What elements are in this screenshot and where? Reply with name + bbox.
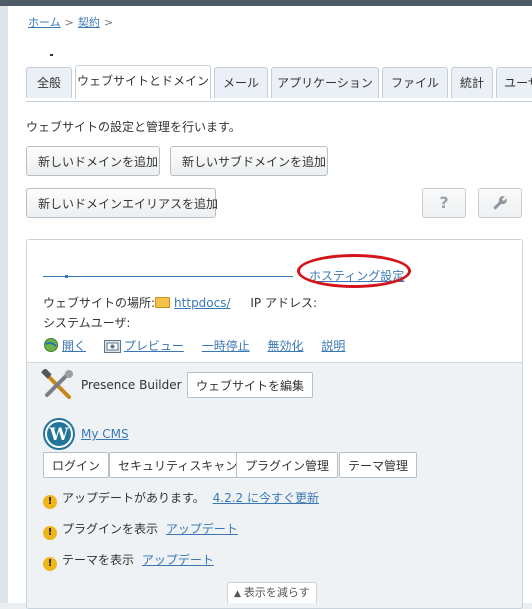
breadcrumb-contracts[interactable]: 契約 bbox=[78, 16, 100, 29]
warning-icon: ! bbox=[43, 557, 57, 571]
wordpress-icon: W bbox=[43, 418, 75, 450]
highlight-ellipse bbox=[297, 254, 411, 288]
security-scan-button[interactable]: セキュリティスキャン bbox=[109, 452, 247, 478]
breadcrumb-separator: > bbox=[64, 16, 74, 29]
wrench-icon bbox=[493, 195, 508, 210]
tab-general[interactable]: 全般 bbox=[26, 67, 72, 98]
breadcrumb-home[interactable]: ホーム bbox=[28, 16, 61, 29]
tab-statistics[interactable]: 統計 bbox=[451, 67, 493, 98]
globe-icon bbox=[44, 338, 58, 352]
show-less-toggle[interactable]: ▲ 表示を減らす bbox=[227, 582, 317, 603]
left-strip bbox=[0, 6, 8, 603]
description-action[interactable]: 説明 bbox=[321, 339, 345, 353]
breadcrumb-separator: > bbox=[103, 16, 114, 29]
theme-update-link[interactable]: アップデート bbox=[142, 553, 214, 567]
page-description: ウェブサイトの設定と管理を行います。 bbox=[26, 120, 241, 134]
tab-bar: 全般 ウェブサイトとドメイン メール アプリケーション ファイル 統計 ユーザ bbox=[26, 65, 532, 102]
update-now-link[interactable]: 4.2.2 に今すぐ更新 bbox=[213, 491, 319, 505]
theme-update-warning: ! テーマを表示 アップデート bbox=[43, 551, 214, 571]
domain-card: ホスティング設定 ウェブサイトの場所: httpdocs/ IP アドレス: シス… bbox=[26, 239, 523, 609]
tab-files[interactable]: ファイル bbox=[382, 67, 448, 98]
website-location-row: ウェブサイトの場所: httpdocs/ IP アドレス: bbox=[43, 294, 317, 311]
domain-name-link[interactable] bbox=[43, 276, 293, 277]
tools-button[interactable] bbox=[478, 188, 522, 218]
plugin-management-button[interactable]: プラグイン管理 bbox=[236, 452, 339, 478]
system-user-label: システムユーザ: bbox=[43, 316, 131, 330]
my-cms-link[interactable]: My CMS bbox=[81, 427, 129, 441]
website-location-label: ウェブサイトの場所: bbox=[43, 296, 156, 310]
domain-actions: 開く プレビュー 一時停止 無効化 説明 bbox=[43, 337, 359, 354]
update-warning: ! アップデートがあります。 4.2.2 に今すぐ更新 bbox=[43, 489, 319, 509]
svg-text:W: W bbox=[48, 425, 69, 445]
breadcrumb: ホーム > 契約 > bbox=[28, 14, 117, 30]
open-action[interactable]: 開く bbox=[43, 338, 90, 353]
theme-management-button[interactable]: テーマ管理 bbox=[339, 452, 418, 478]
help-icon: ? bbox=[439, 193, 449, 212]
suspend-action[interactable]: 一時停止 bbox=[202, 339, 250, 353]
add-domain-button[interactable]: 新しいドメインを追加 bbox=[26, 146, 160, 176]
presence-builder-label: Presence Builder bbox=[81, 378, 182, 392]
preview-action[interactable]: プレビュー bbox=[103, 339, 188, 353]
disable-action[interactable]: 無効化 bbox=[268, 339, 304, 353]
tab-websites-domains[interactable]: ウェブサイトとドメイン bbox=[75, 65, 211, 99]
warning-icon: ! bbox=[43, 495, 57, 509]
warning-icon: ! bbox=[43, 526, 57, 540]
add-subdomain-button[interactable]: 新しいサブドメインを追加 bbox=[170, 146, 328, 176]
plugin-update-link[interactable]: アップデート bbox=[166, 522, 238, 536]
help-button[interactable]: ? bbox=[422, 188, 466, 218]
edit-website-button[interactable]: ウェブサイトを編集 bbox=[187, 372, 314, 398]
tab-applications[interactable]: アプリケーション bbox=[271, 67, 379, 98]
folder-icon bbox=[155, 297, 171, 308]
httpdocs-link[interactable]: httpdocs/ bbox=[174, 296, 230, 310]
main-page: ホーム > 契約 > 全般 ウェブサイトとドメイン メール アプリケーション ファイル… bbox=[8, 6, 532, 609]
presence-builder-row: Presence Builder ウェブサイトを編集 bbox=[27, 363, 522, 405]
domain-name-marker bbox=[65, 275, 68, 278]
chevron-up-icon: ▲ bbox=[234, 589, 241, 599]
tab-mail[interactable]: メール bbox=[214, 67, 268, 98]
title-placeholder bbox=[50, 54, 53, 56]
presence-builder-tools-icon bbox=[41, 369, 73, 399]
add-domain-alias-button[interactable]: 新しいドメインエイリアスを追加 bbox=[26, 188, 218, 218]
domain-card-header: ホスティング設定 ウェブサイトの場所: httpdocs/ IP アドレス: シス… bbox=[27, 240, 522, 363]
ip-address-label: IP アドレス: bbox=[250, 296, 317, 310]
plugin-update-warning: ! プラグインを表示 アップデート bbox=[43, 520, 238, 540]
tab-users[interactable]: ユーザ bbox=[496, 67, 532, 98]
preview-icon bbox=[103, 340, 121, 353]
login-button[interactable]: ログイン bbox=[43, 452, 110, 478]
